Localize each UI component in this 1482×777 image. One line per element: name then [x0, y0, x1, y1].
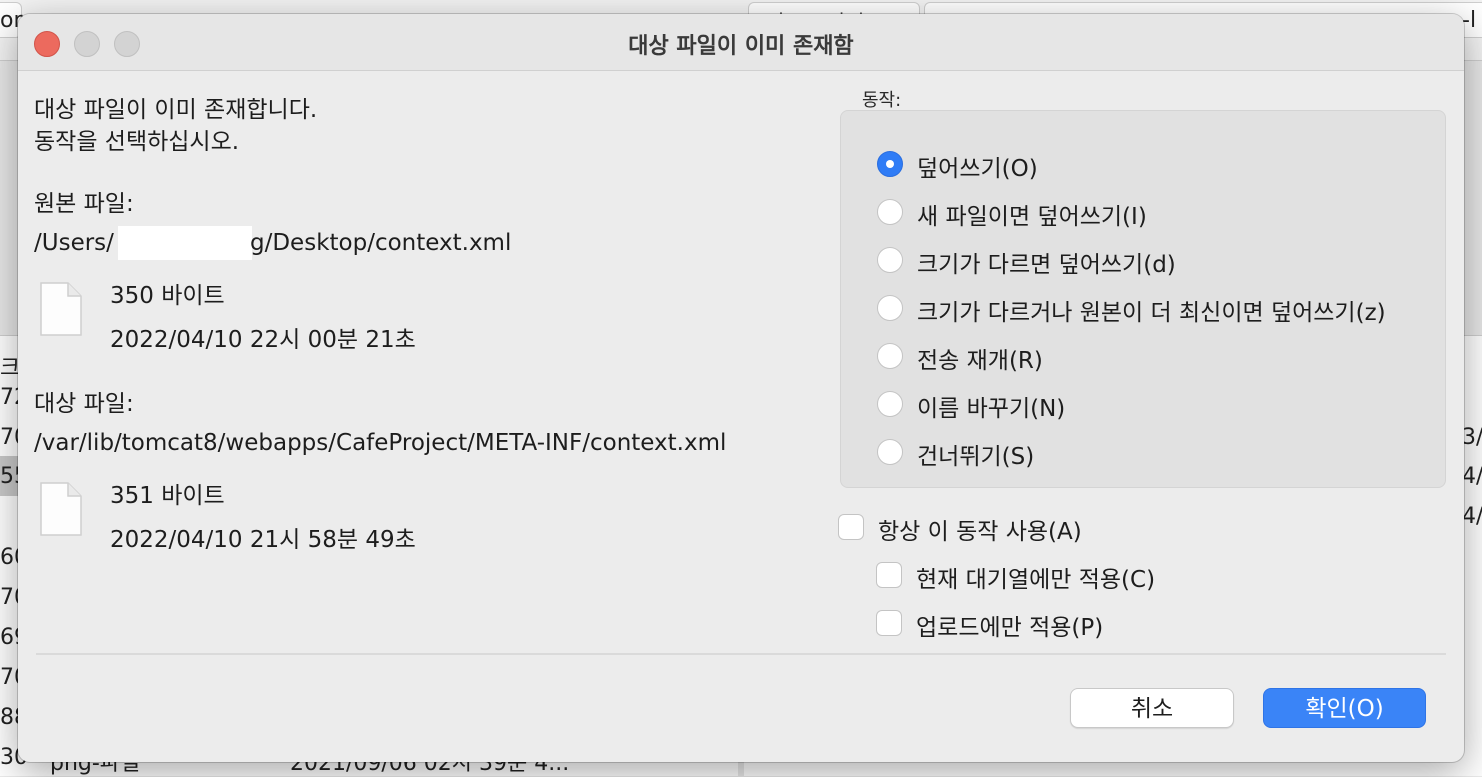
dialog-titlebar: 대상 파일이 이미 존재함: [18, 14, 1464, 71]
action-label-overwrite: 덮어쓰기(O): [917, 156, 1038, 182]
target-file-label: 대상 파일:: [34, 391, 134, 417]
background-fragment: -l: [1462, 8, 1477, 33]
action-radio-overwrite-if-size-differs[interactable]: [877, 247, 903, 273]
dialog-message-line1: 대상 파일이 이미 존재합니다.: [34, 97, 318, 123]
action-radio-overwrite-if-newer[interactable]: [877, 199, 903, 225]
background-column-fragment: 3/0: [1462, 425, 1482, 450]
dialog-message-line2: 동작을 선택하십시오.: [34, 129, 240, 155]
uploads-only-label: 업로드에만 적용(P): [916, 615, 1104, 641]
target-file-date: 2022/04/10 21시 58분 49초: [110, 527, 416, 553]
target-file-path: /var/lib/tomcat8/webapps/CafeProject/MET…: [34, 430, 727, 456]
source-file-path-suffix: g/Desktop/context.xml: [250, 230, 512, 256]
always-use-action-checkbox[interactable]: [838, 514, 864, 540]
always-use-action-label: 항상 이 동작 사용(A): [878, 519, 1082, 545]
action-label-overwrite-if-size-differs-or-newer: 크기가 다르거나 원본이 더 최신이면 덮어쓰기(z): [917, 300, 1386, 326]
action-label-overwrite-if-size-differs: 크기가 다르면 덮어쓰기(d): [917, 252, 1176, 278]
action-radio-skip[interactable]: [877, 439, 903, 465]
target-file-size: 351 바이트: [110, 483, 225, 509]
action-label-resume: 전송 재개(R): [917, 348, 1043, 374]
background-column-fragment: 4/1: [1462, 464, 1482, 489]
source-file-label: 원본 파일:: [34, 191, 134, 217]
source-file-icon: [40, 282, 82, 336]
current-queue-only-checkbox[interactable]: [876, 562, 902, 588]
ok-button[interactable]: 확인(O): [1263, 688, 1426, 728]
action-label-rename: 이름 바꾸기(N): [917, 396, 1066, 422]
file-exists-dialog: 대상 파일이 이미 존재함 대상 파일이 이미 존재합니다. 동작을 선택하십시…: [18, 14, 1464, 762]
action-label-overwrite-if-newer: 새 파일이면 덮어쓰기(I): [917, 204, 1147, 230]
current-queue-only-label: 현재 대기열에만 적용(C): [916, 567, 1156, 593]
uploads-only-checkbox[interactable]: [876, 610, 902, 636]
action-radio-resume[interactable]: [877, 343, 903, 369]
action-group-label: 동작:: [862, 90, 902, 111]
background-column-fragment: 4/1: [1462, 504, 1482, 529]
cancel-button[interactable]: 취소: [1070, 688, 1234, 728]
action-group: 덮어쓰기(O) 새 파일이면 덮어쓰기(I) 크기가 다르면 덮어쓰기(d) 크…: [840, 110, 1446, 488]
action-radio-overwrite[interactable]: [877, 151, 903, 177]
action-label-skip: 건너뛰기(S): [917, 444, 1035, 470]
action-radio-overwrite-if-size-differs-or-newer[interactable]: [877, 295, 903, 321]
source-file-path-prefix: /Users/: [34, 230, 114, 256]
dialog-title: 대상 파일이 이미 존재함: [628, 34, 854, 59]
action-radio-rename[interactable]: [877, 391, 903, 417]
source-file-date: 2022/04/10 22시 00분 21초: [110, 327, 416, 353]
target-file-icon: [40, 482, 82, 536]
redacted-username: [118, 226, 252, 260]
dialog-divider: [36, 653, 1446, 655]
source-file-size: 350 바이트: [110, 283, 225, 309]
